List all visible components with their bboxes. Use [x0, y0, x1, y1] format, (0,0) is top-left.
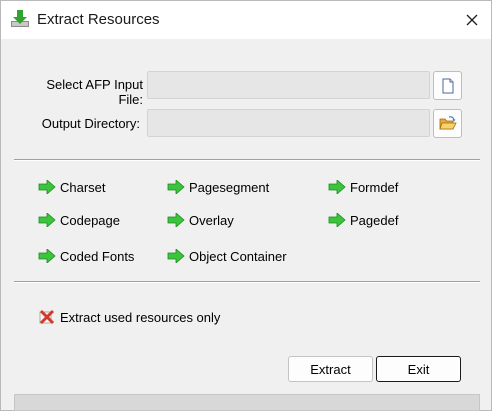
- resource-formdef-label: Formdef: [350, 179, 399, 195]
- resource-object-container[interactable]: Object Container: [167, 246, 287, 266]
- extract-used-only-label: Extract used resources only: [60, 309, 221, 325]
- resource-object-container-label: Object Container: [189, 248, 287, 264]
- exit-button[interactable]: Exit: [376, 356, 461, 382]
- resource-pagesegment[interactable]: Pagesegment: [167, 177, 269, 197]
- browse-file-button[interactable]: [433, 71, 462, 100]
- status-bar: [14, 394, 480, 411]
- extract-resources-dialog: Extract Resources Select AFP Input File:…: [0, 0, 492, 411]
- resource-coded-fonts-label: Coded Fonts: [60, 248, 135, 264]
- extract-used-only-checkbox[interactable]: Extract used resources only: [39, 307, 220, 327]
- resource-coded-fonts[interactable]: Coded Fonts: [38, 246, 134, 266]
- green-arrow-icon: [328, 213, 346, 227]
- red-cross-icon: [39, 309, 55, 325]
- browse-folder-button[interactable]: [433, 109, 462, 138]
- resource-pagedef-label: Pagedef: [350, 212, 399, 228]
- green-arrow-icon: [167, 249, 185, 263]
- separator: [14, 159, 480, 161]
- input-file-field[interactable]: [147, 71, 430, 99]
- resource-formdef[interactable]: Formdef: [328, 177, 398, 197]
- green-arrow-icon: [328, 180, 346, 194]
- resource-charset[interactable]: Charset: [38, 177, 106, 197]
- open-folder-icon: [438, 115, 457, 129]
- green-arrow-icon: [38, 249, 56, 263]
- close-button[interactable]: [453, 1, 491, 39]
- resource-overlay[interactable]: Overlay: [167, 210, 234, 230]
- green-arrow-icon: [167, 213, 185, 227]
- input-file-label: Select AFP Input File:: [46, 77, 143, 107]
- resource-pagedef[interactable]: Pagedef: [328, 210, 398, 230]
- output-directory-field[interactable]: [147, 109, 430, 137]
- resource-charset-label: Charset: [60, 179, 106, 195]
- green-arrow-icon: [167, 180, 185, 194]
- separator: [14, 281, 480, 283]
- download-app-icon: [11, 10, 29, 27]
- resource-pagesegment-label: Pagesegment: [189, 179, 270, 195]
- resource-overlay-label: Overlay: [189, 212, 234, 228]
- window-title: Extract Resources: [37, 11, 160, 28]
- green-arrow-icon: [38, 213, 56, 227]
- document-icon: [442, 78, 453, 93]
- output-directory-label: Output Directory:: [41, 116, 140, 131]
- resource-codepage-label: Codepage: [60, 212, 120, 228]
- close-icon: [466, 14, 478, 26]
- extract-button[interactable]: Extract: [288, 356, 373, 382]
- resource-codepage[interactable]: Codepage: [38, 210, 120, 230]
- green-arrow-icon: [38, 180, 56, 194]
- title-bar: Extract Resources: [1, 1, 491, 39]
